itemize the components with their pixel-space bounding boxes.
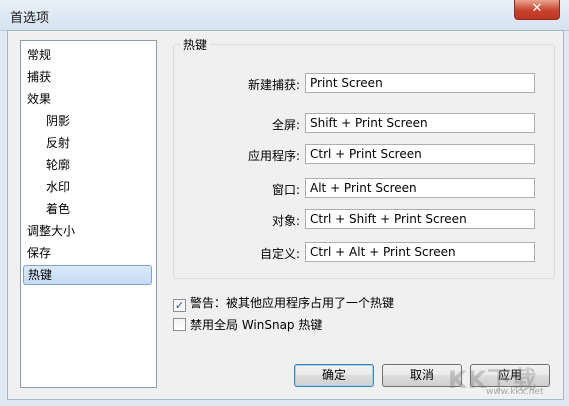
new-capture-label: 新建捕获: <box>247 78 300 92</box>
window-title: 首选项 <box>10 11 50 26</box>
warn-conflict-option[interactable]: ✓ 警告：被其他应用程序占用了一个热键 <box>173 294 394 312</box>
sidebar-item-resize[interactable]: 调整大小 <box>23 221 152 241</box>
disable-hotkeys-option[interactable]: 禁用全局 WinSnap 热键 <box>173 316 322 333</box>
close-icon: ✕ <box>531 1 543 16</box>
disable-hotkeys-checkbox[interactable] <box>173 318 186 331</box>
warn-conflict-label: 警告：被其他应用程序占用了一个热键 <box>190 296 395 310</box>
sidebar-item-outline[interactable]: 轮廓 <box>23 155 152 175</box>
window-label: 窗口: <box>271 183 300 197</box>
disable-hotkeys-label: 禁用全局 WinSnap 热键 <box>190 318 323 332</box>
application-label: 应用程序: <box>247 149 300 163</box>
custom-hotkey-input[interactable] <box>305 242 535 262</box>
watermark-url: www.kkx.net <box>486 387 544 397</box>
application-hotkey-input[interactable] <box>305 144 535 164</box>
group-title: 热键 <box>180 36 211 53</box>
sidebar-item-general[interactable]: 常规 <box>23 45 152 65</box>
warn-conflict-checkbox[interactable]: ✓ <box>173 299 186 312</box>
hotkeys-group: 热键 新建捕获: 全屏: 应用程序: 窗口: 对象: 自定义: <box>173 36 555 279</box>
object-hotkey-input[interactable] <box>305 209 535 229</box>
sidebar-item-save[interactable]: 保存 <box>23 243 152 263</box>
fullscreen-label: 全屏: <box>271 118 300 132</box>
new-capture-hotkey-input[interactable] <box>305 73 535 93</box>
site-watermark: KK下载 www.kkx.net <box>448 360 544 397</box>
ok-button[interactable]: 确定 <box>294 364 374 387</box>
object-label: 对象: <box>271 214 300 228</box>
sidebar-item-capture[interactable]: 捕获 <box>23 67 152 87</box>
sidebar-item-shadow[interactable]: 阴影 <box>23 111 152 131</box>
sidebar-item-coloring[interactable]: 着色 <box>23 199 152 219</box>
sidebar-item-reflection[interactable]: 反射 <box>23 133 152 153</box>
sidebar-item-watermark[interactable]: 水印 <box>23 177 152 197</box>
fullscreen-hotkey-input[interactable] <box>305 113 535 133</box>
custom-label: 自定义: <box>259 247 300 261</box>
dialog-client-area: 常规 捕获 效果 阴影 反射 轮廓 水印 着色 调整大小 保存 热键 热键 新建… <box>7 30 564 400</box>
sidebar-item-hotkeys[interactable]: 热键 <box>23 265 152 285</box>
sidebar-item-effects[interactable]: 效果 <box>23 89 152 109</box>
title-bar: 首选项 ✕ <box>0 0 569 31</box>
window-hotkey-input[interactable] <box>305 178 535 198</box>
category-list[interactable]: 常规 捕获 效果 阴影 反射 轮廓 水印 着色 调整大小 保存 热键 <box>20 40 157 388</box>
close-button[interactable]: ✕ <box>514 0 560 20</box>
